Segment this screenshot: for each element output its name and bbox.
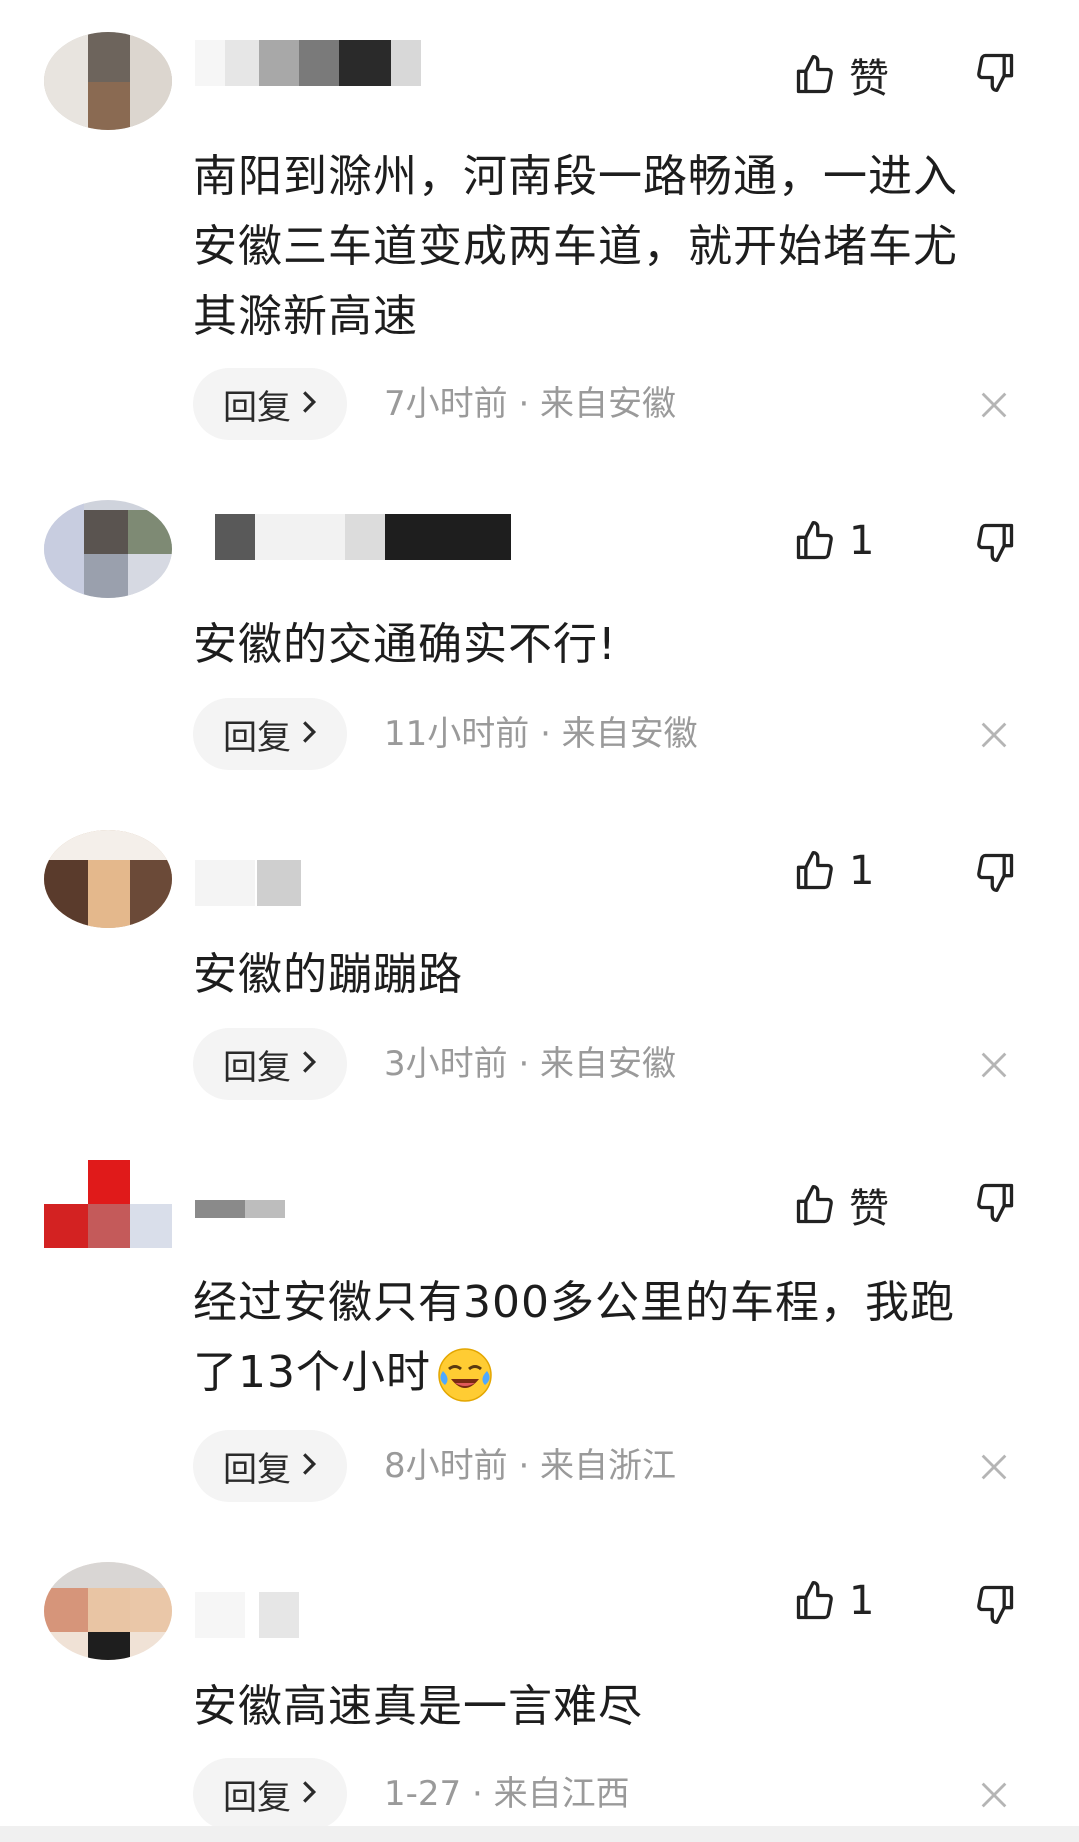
reply-label: 回复	[223, 1047, 291, 1088]
thumbs-down-icon	[973, 520, 1017, 564]
reply-button[interactable]: 回复	[193, 1028, 347, 1100]
reply-label: 回复	[223, 1449, 291, 1490]
chevron-right-icon	[301, 384, 317, 424]
comment-meta: 7小时前 · 来自安徽	[384, 384, 677, 424]
like-button[interactable]: 赞	[793, 1176, 889, 1234]
close-icon[interactable]	[977, 1778, 1011, 1812]
avatar[interactable]	[44, 1160, 172, 1258]
username-blurred[interactable]	[195, 1592, 305, 1638]
dislike-button[interactable]	[973, 850, 1017, 894]
avatar[interactable]	[44, 830, 172, 928]
thumbs-down-icon	[973, 50, 1017, 94]
reply-button[interactable]: 回复	[193, 1430, 347, 1502]
username-blurred[interactable]	[195, 514, 515, 560]
dislike-button[interactable]	[973, 1180, 1017, 1224]
close-icon[interactable]	[977, 1048, 1011, 1082]
comment-meta: 1-27 · 来自江西	[384, 1774, 630, 1814]
comment-text: 安徽的蹦蹦路	[193, 940, 1023, 1010]
like-button[interactable]: 赞	[793, 46, 889, 104]
like-count: 赞	[849, 56, 889, 102]
dislike-button[interactable]	[973, 50, 1017, 94]
like-count: 1	[849, 518, 875, 564]
comment-text: 经过安徽只有300多公里的车程，我跑 了13个小时	[193, 1268, 1023, 1408]
dislike-button[interactable]	[973, 520, 1017, 564]
comment-text: 安徽的交通确实不行!	[193, 610, 1023, 680]
username-blurred[interactable]	[195, 860, 305, 906]
thumbs-up-icon	[793, 519, 837, 563]
reply-button[interactable]: 回复	[193, 1758, 347, 1830]
chevron-right-icon	[301, 1774, 317, 1814]
chevron-right-icon	[301, 1446, 317, 1486]
reply-button[interactable]: 回复	[193, 698, 347, 770]
comment-meta: 11小时前 · 来自安徽	[384, 714, 698, 754]
comment-meta: 3小时前 · 来自安徽	[384, 1044, 677, 1084]
like-count: 赞	[849, 1186, 889, 1232]
close-icon[interactable]	[977, 1450, 1011, 1484]
thumbs-down-icon	[973, 850, 1017, 894]
username-blurred[interactable]	[195, 40, 425, 86]
comment-text-line: 经过安徽只有300多公里的车程，我跑	[193, 1277, 955, 1328]
comment-text-line: 其滁新高速	[193, 291, 418, 342]
comment-text-line: 了13个小时	[193, 1338, 1023, 1408]
reply-button[interactable]: 回复	[193, 368, 347, 440]
thumbs-up-icon	[793, 1579, 837, 1623]
avatar[interactable]	[44, 500, 172, 598]
thumbs-down-icon	[973, 1582, 1017, 1626]
reply-label: 回复	[223, 1777, 291, 1818]
like-count: 1	[849, 848, 875, 894]
bottom-edge	[0, 1826, 1079, 1842]
like-button[interactable]: 1	[793, 518, 889, 564]
comment-text: 南阳到滁州，河南段一路畅通，一进入 安徽三车道变成两车道，就开始堵车尤 其滁新高…	[193, 142, 1023, 352]
comment-text-line: 安徽的蹦蹦路	[193, 949, 463, 1000]
chevron-right-icon	[301, 714, 317, 754]
username-blurred[interactable]	[195, 1200, 305, 1222]
comment-text: 安徽高速真是一言难尽	[193, 1672, 1023, 1742]
chevron-right-icon	[301, 1044, 317, 1084]
close-icon[interactable]	[977, 718, 1011, 752]
thumbs-down-icon	[973, 1180, 1017, 1224]
avatar[interactable]	[44, 1562, 172, 1660]
close-icon[interactable]	[977, 388, 1011, 422]
comment-text-segment: 了13个小时	[193, 1347, 431, 1398]
comment-text-line: 安徽高速真是一言难尽	[193, 1681, 643, 1732]
crying-laughing-emoji-icon	[435, 1345, 495, 1405]
like-button[interactable]: 1	[793, 848, 889, 894]
thumbs-up-icon	[793, 849, 837, 893]
comment-meta: 8小时前 · 来自浙江	[384, 1446, 677, 1486]
reply-label: 回复	[223, 717, 291, 758]
comment-text-line: 安徽的交通确实不行!	[193, 619, 617, 670]
like-count: 1	[849, 1578, 875, 1624]
comment-text-line: 南阳到滁州，河南段一路畅通，一进入	[193, 151, 958, 202]
avatar[interactable]	[44, 32, 172, 130]
reply-label: 回复	[223, 387, 291, 428]
dislike-button[interactable]	[973, 1582, 1017, 1626]
like-button[interactable]: 1	[793, 1578, 889, 1624]
comment-text-line: 安徽三车道变成两车道，就开始堵车尤	[193, 221, 958, 272]
thumbs-up-icon	[793, 1183, 837, 1227]
thumbs-up-icon	[793, 53, 837, 97]
